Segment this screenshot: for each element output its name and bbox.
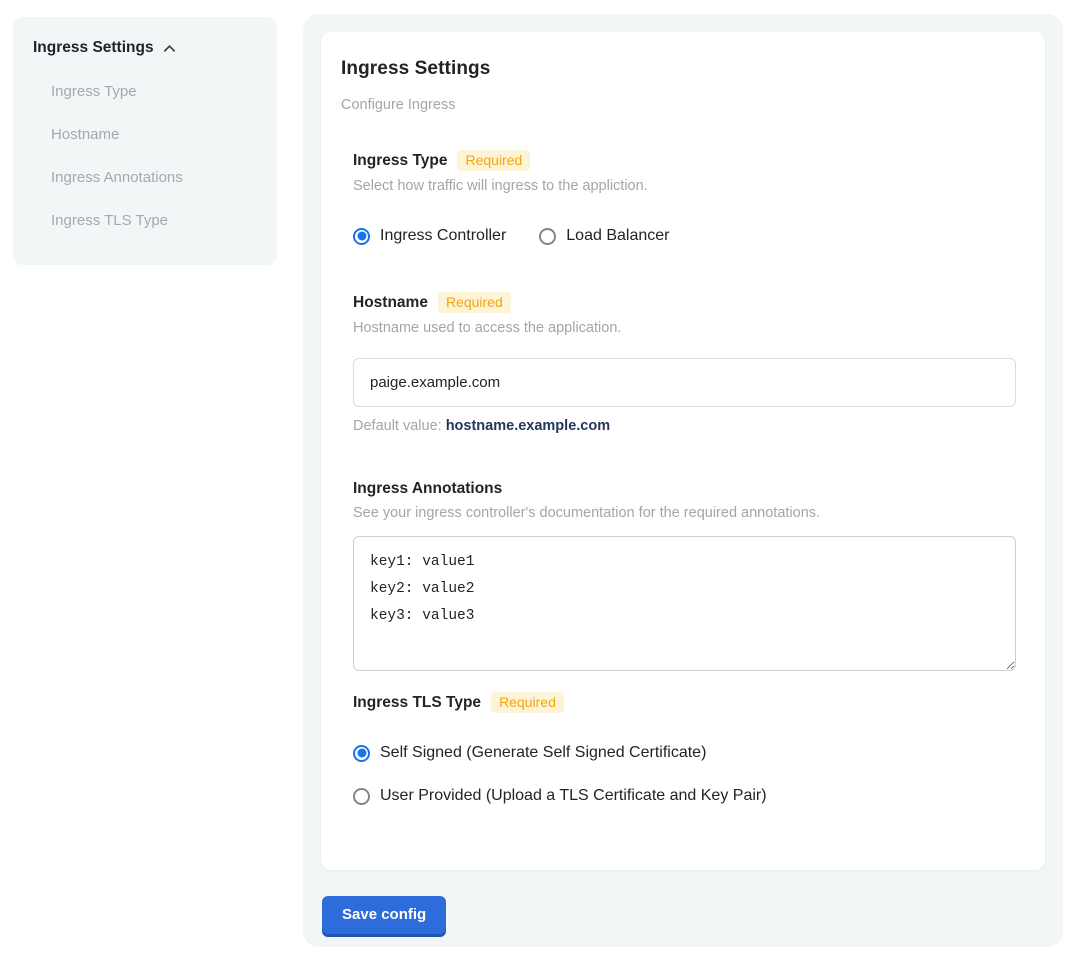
ingress-type-description: Select how traffic will ingress to the a… xyxy=(353,178,1014,194)
ingress-tls-options: Self Signed (Generate Self Signed Certif… xyxy=(353,744,1014,805)
hostname-label: Hostname xyxy=(353,294,428,312)
sidebar-item-list: Ingress Type Hostname Ingress Annotation… xyxy=(33,83,257,229)
ingress-settings-form: Ingress Type Required Select how traffic… xyxy=(353,150,1014,805)
ingress-annotations-description: See your ingress controller's documentat… xyxy=(353,505,1014,521)
sidebar-group-label: Ingress Settings xyxy=(33,39,154,57)
required-badge: Required xyxy=(491,692,564,713)
required-badge: Required xyxy=(457,150,530,171)
ingress-settings-card: Ingress Settings Configure Ingress Ingre… xyxy=(321,32,1045,870)
sidebar-group-ingress-settings[interactable]: Ingress Settings xyxy=(33,39,257,57)
sidebar-item-ingress-tls-type[interactable]: Ingress TLS Type xyxy=(51,212,257,229)
hostname-description: Hostname used to access the application. xyxy=(353,320,1014,336)
page-title: Ingress Settings xyxy=(341,58,1014,80)
page-subtitle: Configure Ingress xyxy=(341,97,1014,113)
settings-sidebar: Ingress Settings Ingress Type Hostname I… xyxy=(13,17,277,265)
sidebar-item-ingress-annotations[interactable]: Ingress Annotations xyxy=(51,169,257,186)
radio-self-signed[interactable]: Self Signed (Generate Self Signed Certif… xyxy=(353,744,1014,762)
settings-panel: Ingress Settings Configure Ingress Ingre… xyxy=(303,14,1063,947)
radio-ingress-controller-label: Ingress Controller xyxy=(380,227,506,245)
section-ingress-annotations: Ingress Annotations See your ingress con… xyxy=(353,480,1014,671)
radio-load-balancer-label: Load Balancer xyxy=(566,227,669,245)
sidebar-item-ingress-type[interactable]: Ingress Type xyxy=(51,83,257,100)
ingress-annotations-textarea[interactable]: key1: value1 key2: value2 key3: value3 xyxy=(353,536,1016,671)
chevron-up-icon xyxy=(162,41,177,56)
radio-ingress-controller[interactable]: Ingress Controller xyxy=(353,227,506,245)
required-badge: Required xyxy=(438,292,511,313)
save-config-button[interactable]: Save config xyxy=(322,896,446,934)
ingress-type-label: Ingress Type xyxy=(353,152,447,170)
sidebar-item-hostname[interactable]: Hostname xyxy=(51,126,257,143)
radio-selected-icon xyxy=(353,745,370,762)
section-ingress-tls-type: Ingress TLS Type Required Self Signed (G… xyxy=(353,692,1014,805)
default-value-text: hostname.example.com xyxy=(446,418,610,434)
ingress-annotations-label: Ingress Annotations xyxy=(353,480,502,498)
ingress-type-options: Ingress Controller Load Balancer xyxy=(353,227,1014,245)
hostname-input[interactable] xyxy=(353,358,1016,407)
radio-unselected-icon xyxy=(539,228,556,245)
radio-selected-icon xyxy=(353,228,370,245)
radio-load-balancer[interactable]: Load Balancer xyxy=(539,227,669,245)
section-ingress-type: Ingress Type Required Select how traffic… xyxy=(353,150,1014,245)
hostname-default-value: Default value: hostname.example.com xyxy=(353,418,1014,434)
radio-unselected-icon xyxy=(353,788,370,805)
ingress-tls-type-label: Ingress TLS Type xyxy=(353,694,481,712)
radio-self-signed-label: Self Signed (Generate Self Signed Certif… xyxy=(380,744,706,762)
radio-user-provided-label: User Provided (Upload a TLS Certificate … xyxy=(380,787,767,805)
section-hostname: Hostname Required Hostname used to acces… xyxy=(353,292,1014,434)
default-value-prefix: Default value: xyxy=(353,418,446,434)
radio-user-provided[interactable]: User Provided (Upload a TLS Certificate … xyxy=(353,787,1014,805)
